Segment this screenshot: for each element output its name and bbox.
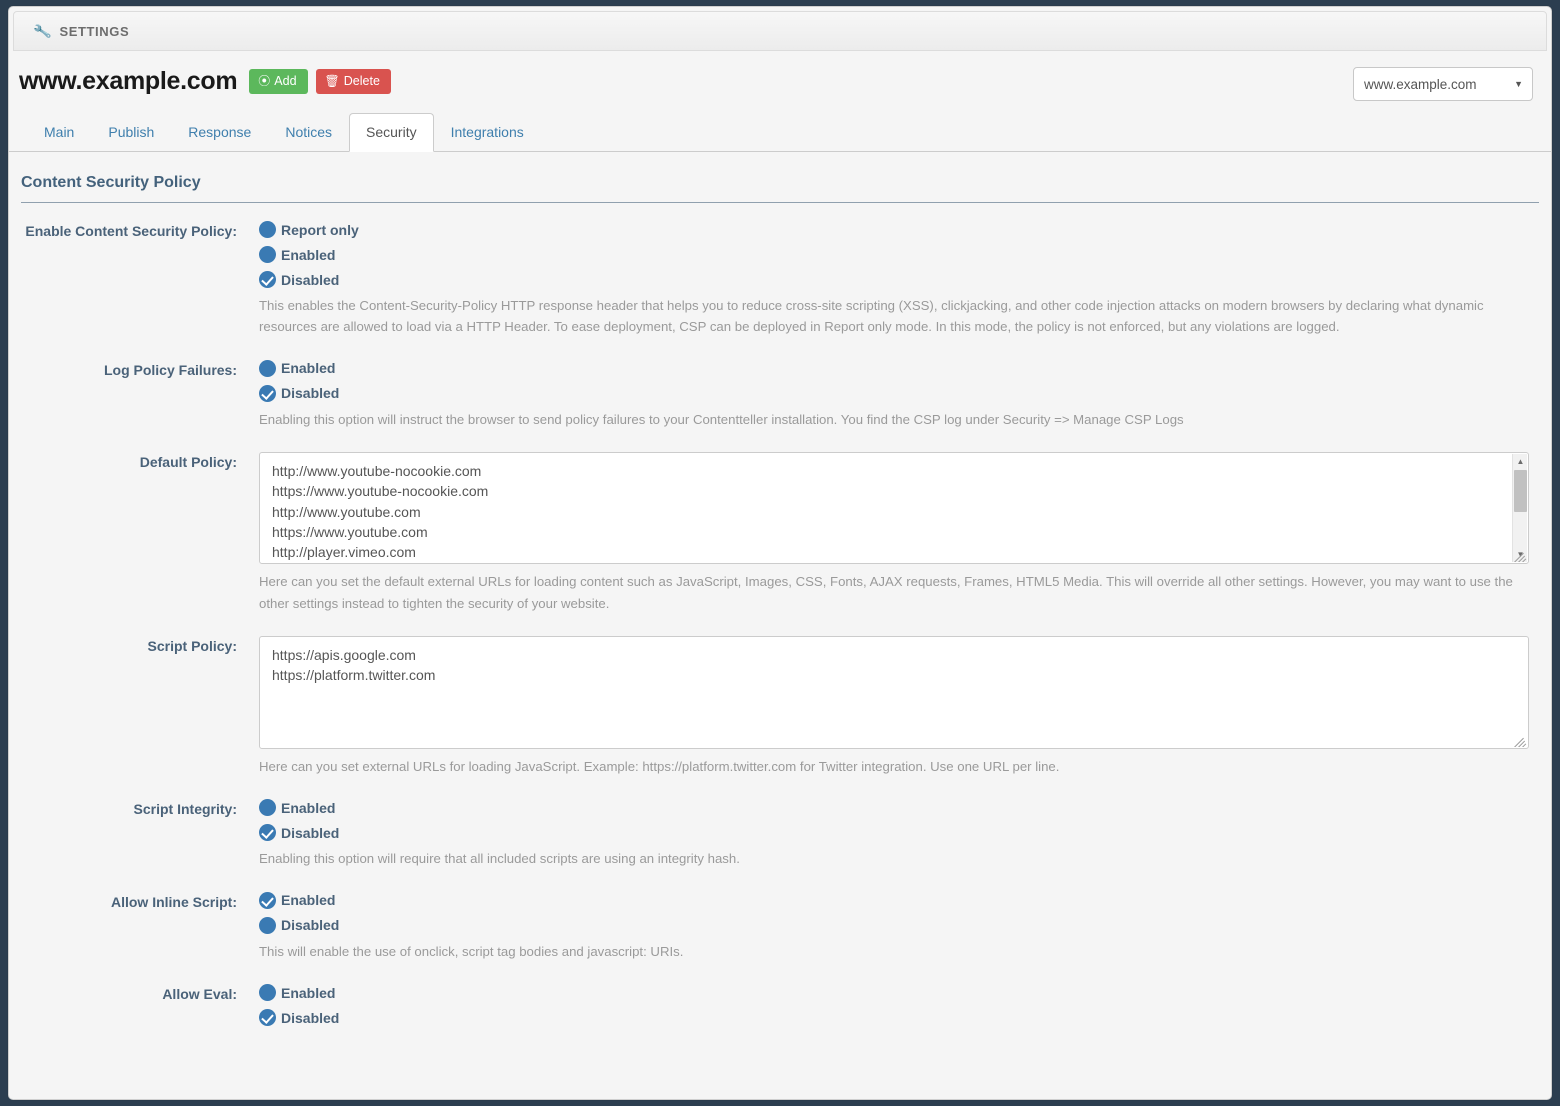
radio-unchecked-icon[interactable] xyxy=(259,799,276,817)
option-log-failures-disabled[interactable]: Disabled xyxy=(259,384,1523,402)
tab-notices[interactable]: Notices xyxy=(268,113,349,152)
textarea-scrollbar[interactable]: ▲ ▼ xyxy=(1512,454,1528,563)
tab-security[interactable]: Security xyxy=(349,113,434,152)
wrench-icon: 🔧 xyxy=(32,21,53,40)
tab-integrations[interactable]: Integrations xyxy=(434,113,541,152)
help-text-script-integrity: Enabling this option will require that a… xyxy=(259,851,740,867)
radio-checked-icon[interactable] xyxy=(259,891,276,909)
row-label-allow-eval: Allow Eval: xyxy=(162,986,237,1002)
site-select[interactable]: www.example.com xyxy=(1353,67,1533,101)
option-label: Disabled xyxy=(281,1009,340,1026)
tab-publish[interactable]: Publish xyxy=(91,113,171,152)
site-selector-wrapper: www.example.com ▼ xyxy=(1353,67,1533,101)
resize-grip-icon[interactable] xyxy=(1514,549,1527,563)
help-text-default-policy: Here can you set the default external UR… xyxy=(259,574,1513,611)
row-label-default-policy: Default Policy: xyxy=(139,454,237,471)
scrollbar-thumb[interactable] xyxy=(1514,470,1527,513)
default-policy-textarea-wrapper: ▲ ▼ xyxy=(259,452,1529,565)
plus-circle-icon: ⦿ xyxy=(258,73,271,88)
site-title-row: www.example.com ⦿ Add 🗑 Delete www.examp… xyxy=(9,51,1551,104)
radio-unchecked-icon[interactable] xyxy=(259,984,276,1001)
settings-page: 🔧 SETTINGS www.example.com ⦿ Add 🗑 Delet… xyxy=(8,6,1552,1100)
settings-header-label: SETTINGS xyxy=(59,23,130,39)
help-text-allow-inline-script: This will enable the use of onclick, scr… xyxy=(259,943,684,959)
trash-icon: 🗑 xyxy=(324,73,340,88)
option-script-integrity-disabled[interactable]: Disabled xyxy=(259,824,1523,842)
radio-unchecked-icon[interactable] xyxy=(259,916,276,934)
resize-grip-icon[interactable] xyxy=(1514,734,1527,747)
option-allow-inline-enabled[interactable]: Enabled xyxy=(259,891,1523,909)
row-label-log-policy-failures: Log Policy Failures: xyxy=(103,361,237,378)
page-title: www.example.com xyxy=(19,67,238,95)
settings-header-bar: 🔧 SETTINGS xyxy=(13,11,1547,51)
section-title: Content Security Policy xyxy=(21,174,201,191)
option-label: Disabled xyxy=(281,271,340,288)
settings-tabs: Main Publish Response Notices Security I… xyxy=(9,112,1551,152)
add-button[interactable]: ⦿ Add xyxy=(249,68,308,95)
script-policy-input[interactable] xyxy=(259,635,1529,749)
row-label-enable-csp: Enable Content Security Policy: xyxy=(25,223,237,239)
option-label: Report only xyxy=(281,221,359,238)
add-button-label: Add xyxy=(274,73,297,88)
row-allow-eval: Allow Eval: Enabled Disabled xyxy=(9,984,1533,1026)
row-script-policy: Script Policy: Here can you set external… xyxy=(9,635,1533,777)
scroll-up-arrow-icon[interactable]: ▲ xyxy=(1513,454,1528,469)
row-log-policy-failures: Log Policy Failures: Enabled Disabled En… xyxy=(9,359,1533,430)
csp-settings-form: Enable Content Security Policy: Report o… xyxy=(9,203,1551,1026)
option-label: Disabled xyxy=(281,824,340,841)
row-label-script-integrity: Script Integrity: xyxy=(133,801,237,818)
row-allow-inline-script: Allow Inline Script: Enabled Disabled Th… xyxy=(9,891,1533,962)
row-enable-csp: Enable Content Security Policy: Report o… xyxy=(9,221,1533,338)
option-label: Enabled xyxy=(281,799,336,816)
option-enable-csp-enabled[interactable]: Enabled xyxy=(259,246,1523,263)
option-allow-eval-disabled[interactable]: Disabled xyxy=(259,1009,1523,1026)
tab-response[interactable]: Response xyxy=(171,113,268,152)
section-divider xyxy=(21,202,1539,203)
help-text-enable-csp: This enables the Content-Security-Policy… xyxy=(259,298,1484,335)
option-label: Enabled xyxy=(281,984,336,1001)
row-label-script-policy: Script Policy: xyxy=(147,637,237,654)
radio-checked-icon[interactable] xyxy=(259,271,276,288)
tab-main[interactable]: Main xyxy=(27,113,91,152)
radio-checked-icon[interactable] xyxy=(259,384,276,402)
radio-checked-icon[interactable] xyxy=(259,1009,276,1026)
default-policy-input[interactable] xyxy=(259,452,1529,565)
radio-unchecked-icon[interactable] xyxy=(259,221,276,238)
option-label: Enabled xyxy=(281,360,336,377)
option-enable-csp-report-only[interactable]: Report only xyxy=(259,221,1523,238)
row-label-allow-inline-script: Allow Inline Script: xyxy=(110,893,237,910)
option-allow-eval-enabled[interactable]: Enabled xyxy=(259,984,1523,1001)
radio-checked-icon[interactable] xyxy=(259,824,276,842)
delete-button-label: Delete xyxy=(343,73,380,88)
radio-unchecked-icon[interactable] xyxy=(259,246,276,263)
script-policy-textarea-wrapper xyxy=(259,635,1529,749)
radio-unchecked-icon[interactable] xyxy=(259,359,276,377)
row-default-policy: Default Policy: ▲ ▼ Here can you set the… xyxy=(9,452,1533,614)
option-label: Disabled xyxy=(281,385,340,402)
option-script-integrity-enabled[interactable]: Enabled xyxy=(259,799,1523,817)
option-allow-inline-disabled[interactable]: Disabled xyxy=(259,916,1523,934)
option-log-failures-enabled[interactable]: Enabled xyxy=(259,359,1523,377)
option-label: Disabled xyxy=(281,917,340,934)
row-script-integrity: Script Integrity: Enabled Disabled Enabl… xyxy=(9,799,1533,869)
option-label: Enabled xyxy=(281,246,336,263)
help-text-log-policy-failures: Enabling this option will instruct the b… xyxy=(259,411,1184,427)
option-label: Enabled xyxy=(281,892,336,909)
delete-button[interactable]: 🗑 Delete xyxy=(315,68,391,95)
option-enable-csp-disabled[interactable]: Disabled xyxy=(259,271,1523,288)
help-text-script-policy: Here can you set external URLs for loadi… xyxy=(259,758,1060,774)
